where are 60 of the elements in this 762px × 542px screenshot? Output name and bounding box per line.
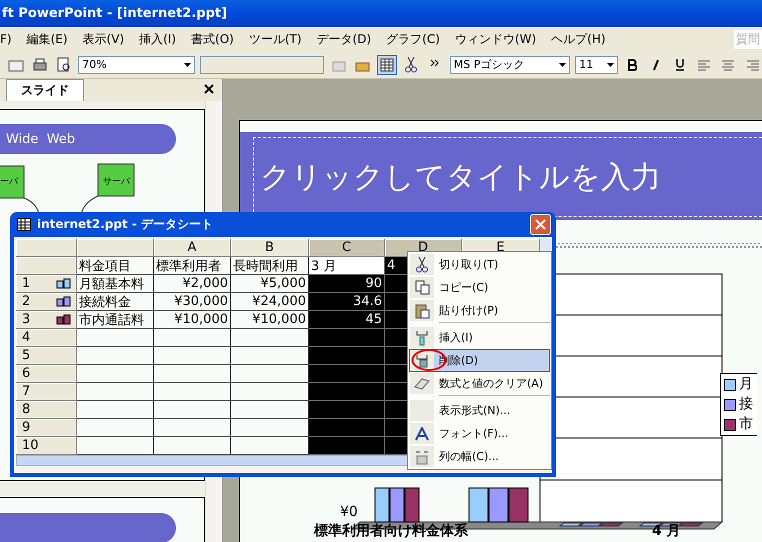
menu-item[interactable]: 挿入(I) — [139, 30, 176, 48]
menu-item[interactable]: 書式(O) — [191, 30, 234, 48]
legend-label: 接 — [739, 396, 753, 413]
axis-tick-label: ¥0 — [340, 505, 358, 520]
menu-item[interactable]: フォント(F)... — [409, 422, 550, 445]
table-cell[interactable]: 月額基本料 — [77, 275, 154, 293]
row-header[interactable]: 5 — [16, 347, 77, 365]
menu-item[interactable]: ヘルプ(H) — [551, 30, 606, 48]
thumbnail-title: Wide Web — [6, 132, 76, 146]
menu-item[interactable]: 数式と値のクリア(A) — [409, 372, 550, 395]
table-cell[interactable]: ¥10,000 — [154, 311, 231, 329]
table-cell[interactable]: 長時間利用 — [231, 257, 309, 275]
row-header[interactable]: 7 — [16, 383, 77, 401]
row-header[interactable]: 8 — [16, 401, 77, 419]
menu-item[interactable]: 列の幅(C)... — [409, 445, 550, 468]
table-cell[interactable]: 90 — [309, 275, 385, 293]
table-cell[interactable]: 3 月 — [309, 257, 385, 275]
menu-item[interactable]: 編集(E) — [26, 30, 68, 48]
table-cell[interactable]: ¥5,000 — [231, 275, 309, 293]
menu-item[interactable]: 貼り付け(P) — [409, 299, 550, 322]
column-header[interactable]: C — [309, 239, 385, 257]
table-cell[interactable]: 34.6 — [309, 293, 385, 311]
menu-item[interactable]: データ(D) — [316, 30, 372, 48]
menu-item[interactable]: 表示形式(N)... — [409, 399, 550, 422]
menu-item[interactable]: グラフ(C) — [386, 30, 440, 48]
table-cell[interactable]: 接続料金 — [77, 293, 154, 311]
font-dropdown[interactable]: MS Pゴシック — [450, 56, 570, 74]
column-header[interactable]: A — [154, 239, 231, 257]
row-header[interactable]: 9 — [16, 419, 77, 437]
row-header[interactable]: 10 — [16, 437, 77, 455]
menu-item[interactable]: 表示(V) — [82, 30, 124, 48]
menu-item[interactable]: コピー(C) — [409, 276, 550, 299]
window-title: ft PowerPoint - [internet2.ppt] — [2, 6, 228, 21]
server-label: ーバ — [0, 178, 18, 188]
column-header[interactable]: B — [231, 239, 309, 257]
server-label: サーバ — [103, 178, 130, 188]
table-cell[interactable]: ¥2,000 — [154, 275, 231, 293]
menu-item[interactable]: 挿入(I) — [409, 326, 550, 349]
window-title: internet2.ppt - データシート — [37, 216, 214, 233]
row-header[interactable]: 3 — [16, 311, 77, 329]
table-cell[interactable]: 市内通話料 — [77, 311, 154, 329]
slide-title: クリックしてタイトルを入力 — [260, 158, 661, 196]
row-header[interactable]: 2 — [16, 293, 77, 311]
table-cell[interactable]: ¥24,000 — [231, 293, 309, 311]
table-cell[interactable]: ¥10,000 — [231, 311, 309, 329]
menu-item[interactable]: ツール(T) — [248, 30, 302, 48]
font-size-dropdown[interactable]: 11 — [575, 56, 618, 74]
pane-tab[interactable]: スライド — [6, 79, 84, 101]
row-header[interactable]: 4 — [16, 329, 77, 347]
table-cell[interactable]: ¥30,000 — [154, 293, 231, 311]
table-cell[interactable]: 45 — [309, 311, 385, 329]
menu-item[interactable]: ウィンドウ(W) — [454, 30, 536, 48]
row-header[interactable]: 1 — [16, 275, 77, 293]
legend-label: 月 — [739, 376, 753, 393]
table-cell[interactable]: 標準利用者 — [154, 257, 231, 275]
row-header[interactable]: 6 — [16, 365, 77, 383]
legend-label: 市 — [739, 416, 753, 433]
zoom-dropdown[interactable]: 70% — [78, 56, 195, 74]
menu-item[interactable]: F) — [0, 32, 12, 46]
table-cell[interactable]: 料金項目 — [77, 257, 154, 275]
